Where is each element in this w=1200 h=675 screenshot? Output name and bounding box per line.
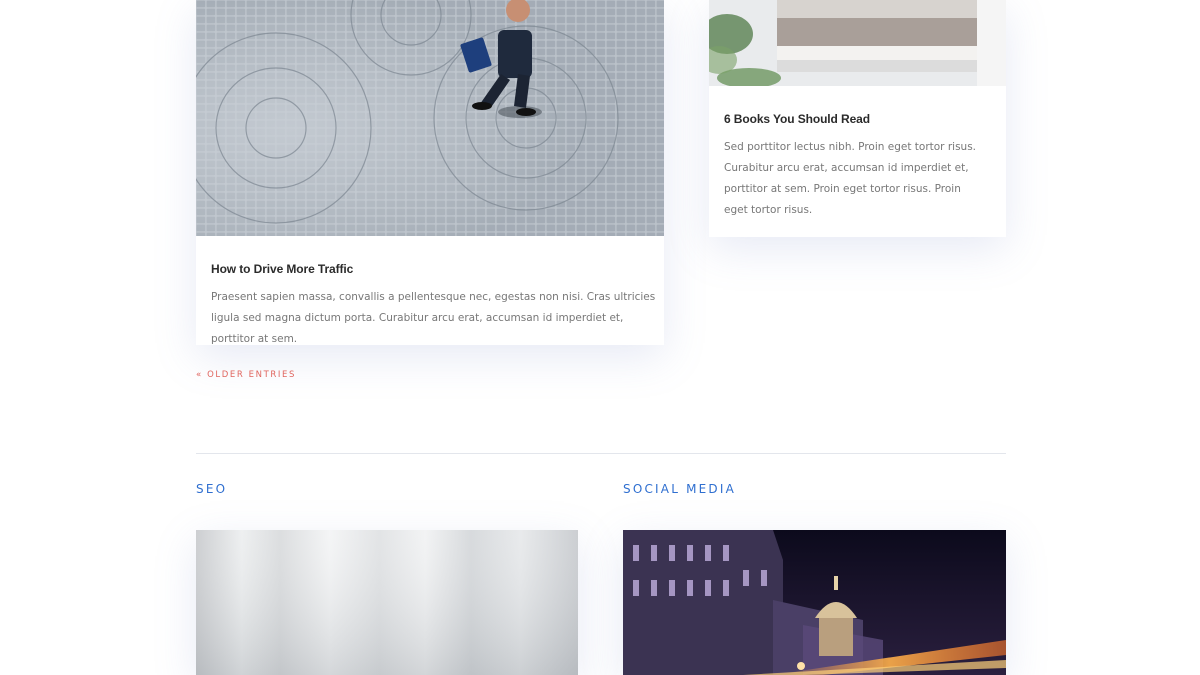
seo-post-image[interactable] — [196, 530, 578, 675]
social-media-post-image[interactable] — [623, 530, 1006, 675]
post-title[interactable]: 6 Books You Should Read — [724, 112, 870, 126]
post-card-traffic[interactable]: How to Drive More Traffic Praesent sapie… — [196, 0, 664, 345]
section-divider — [196, 453, 1006, 454]
post-card-books[interactable]: 6 Books You Should Read Sed porttitor le… — [709, 0, 1006, 237]
night-city-photo — [623, 530, 1006, 675]
section-heading-social-media: SOCIAL MEDIA — [623, 482, 737, 496]
curtain-photo — [196, 530, 578, 675]
post-excerpt: Sed porttitor lectus nibh. Proin eget to… — [724, 141, 977, 216]
post-image-businessman-cobblestone[interactable] — [196, 0, 664, 236]
post-title[interactable]: How to Drive More Traffic — [211, 262, 353, 276]
books-photo — [709, 0, 1006, 86]
older-entries-link[interactable]: « OLDER ENTRIES — [196, 370, 296, 380]
section-heading-seo: SEO — [196, 482, 228, 496]
cobblestone-photo — [196, 0, 664, 236]
post-image-books[interactable] — [709, 0, 1006, 86]
post-excerpt: Praesent sapien massa, convallis a pelle… — [211, 291, 656, 345]
